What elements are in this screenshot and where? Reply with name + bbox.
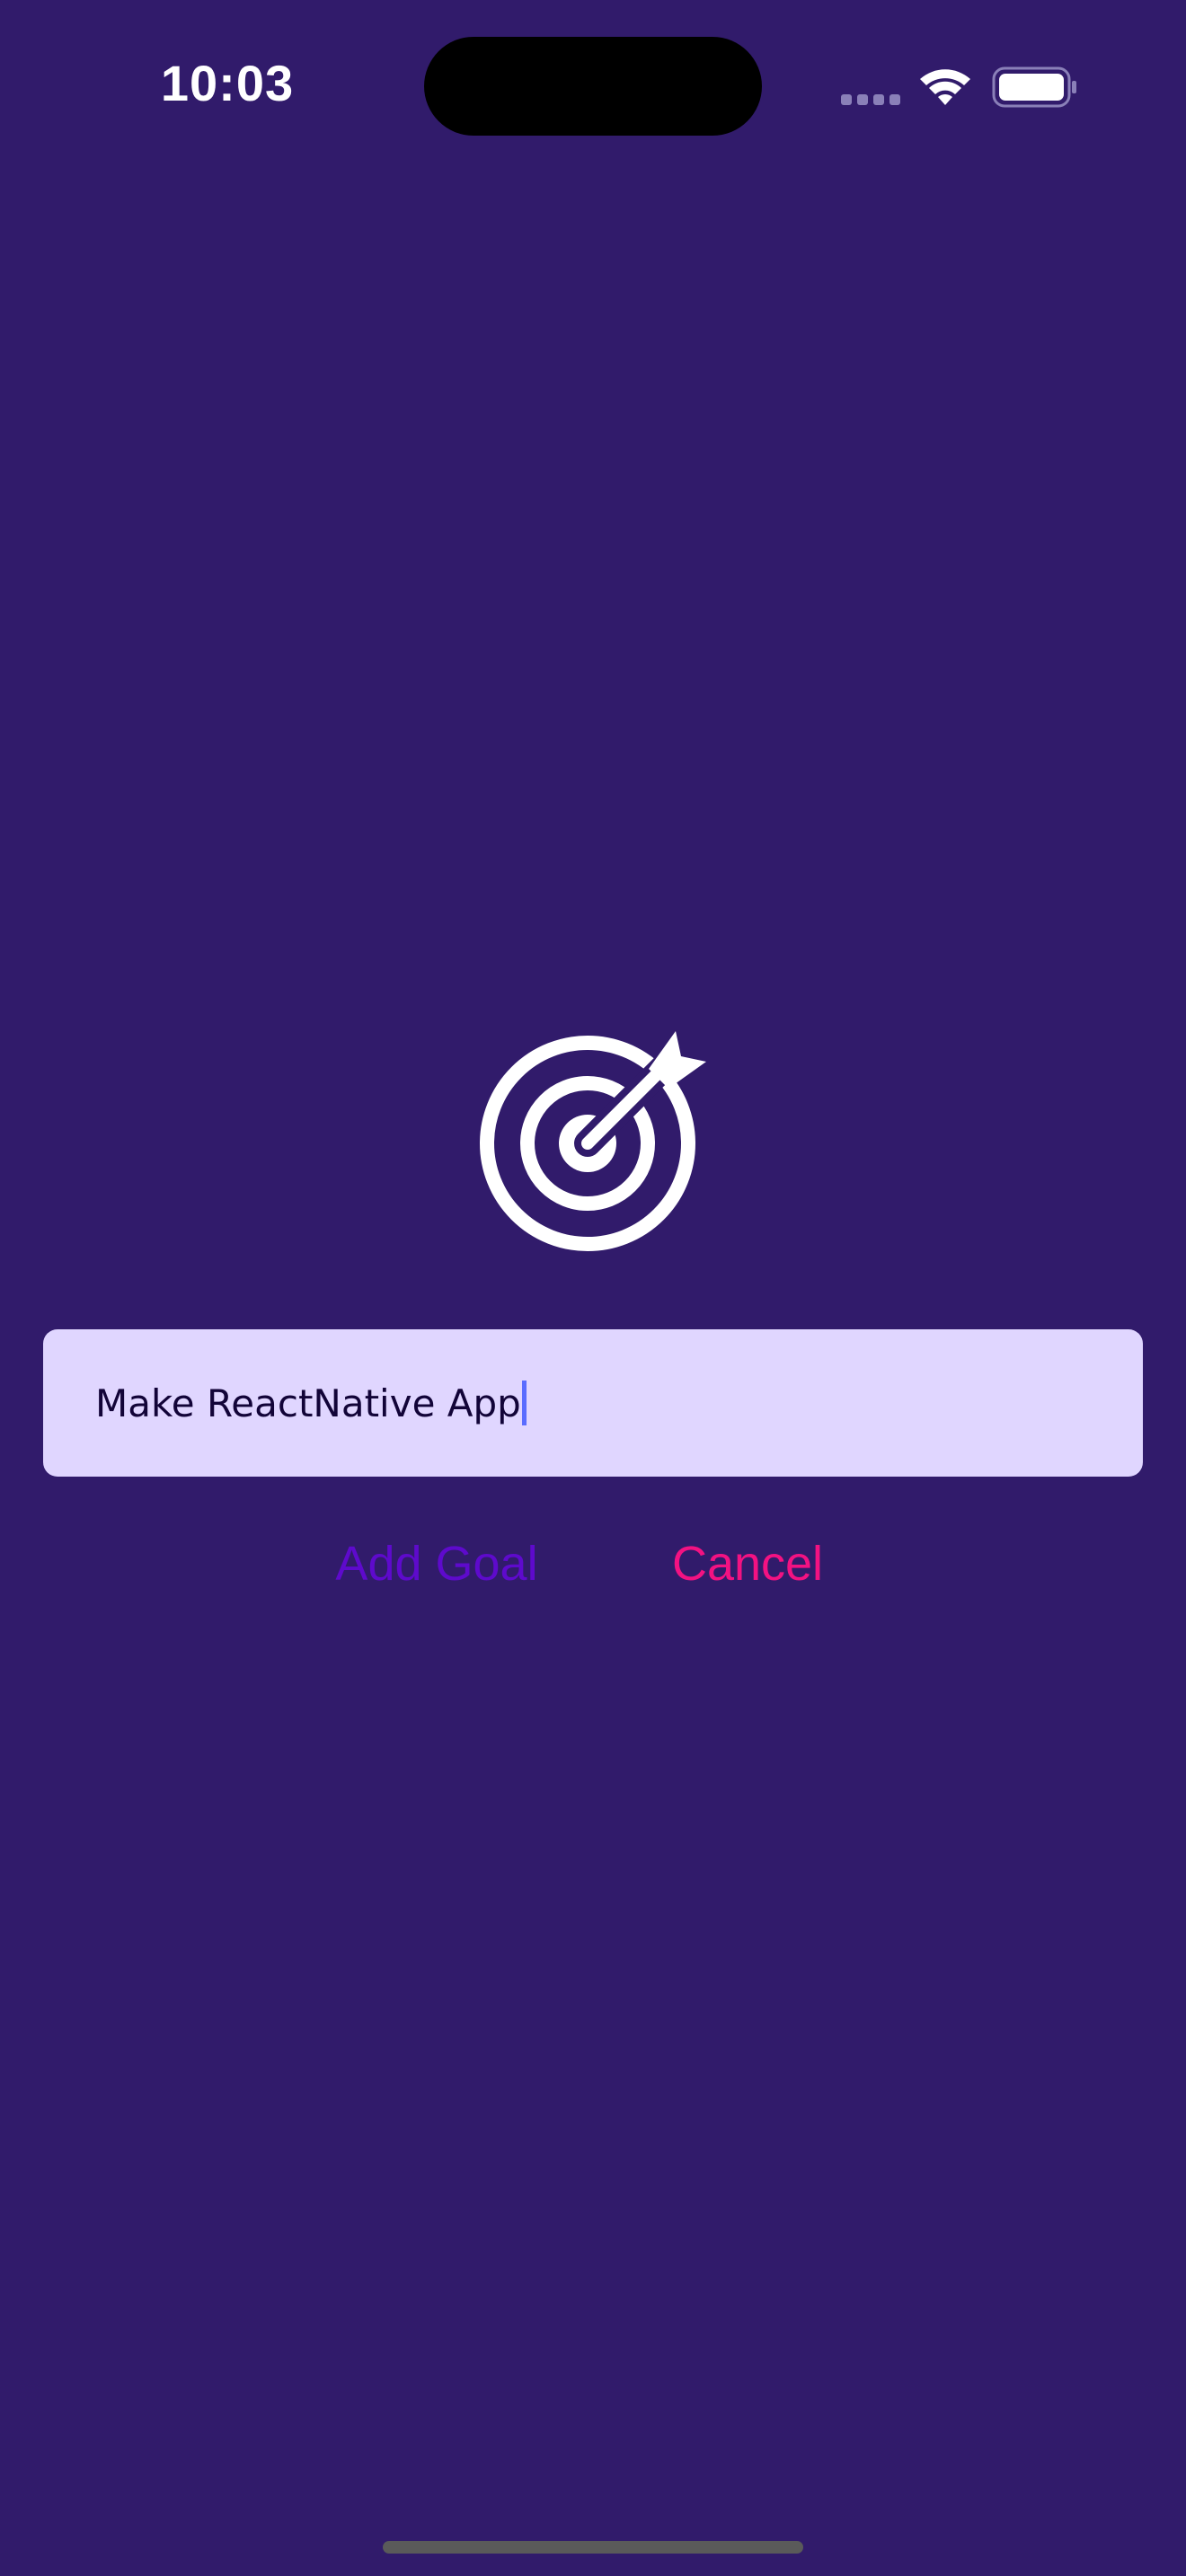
status-bar: 10:03 — [0, 0, 1186, 171]
target-goal-icon — [480, 1031, 706, 1251]
goal-input-value: Make ReactNative App — [95, 1381, 521, 1425]
dynamic-island — [424, 37, 762, 136]
wifi-icon — [920, 69, 970, 105]
text-cursor — [521, 1381, 527, 1425]
cellular-signal-icon — [841, 94, 900, 105]
button-row: Add Goal Cancel — [0, 1536, 1186, 1608]
goal-input[interactable]: Make ReactNative App — [43, 1329, 1143, 1477]
status-time: 10:03 — [160, 55, 295, 111]
cancel-button[interactable]: Cancel — [658, 1536, 837, 1592]
add-goal-button[interactable]: Add Goal — [320, 1536, 553, 1592]
battery-icon — [992, 66, 1076, 108]
home-indicator[interactable] — [383, 2541, 803, 2554]
